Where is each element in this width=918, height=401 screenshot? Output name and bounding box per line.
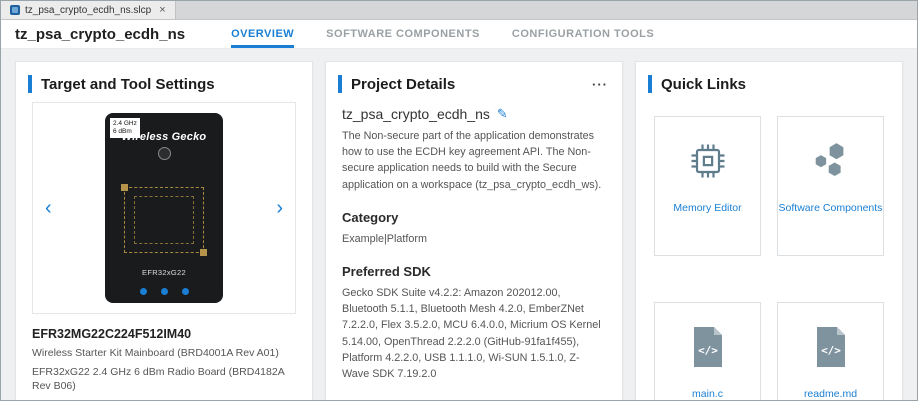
tab-software-components[interactable]: SOFTWARE COMPONENTS — [326, 20, 480, 48]
carousel-next-icon[interactable]: › — [276, 198, 283, 218]
part-number: EFR32MG22C224F512IM40 — [32, 327, 296, 341]
board-leds — [105, 288, 223, 295]
board-led-dot — [161, 288, 168, 295]
tab-close-icon[interactable]: × — [159, 4, 165, 16]
project-card-title: Project Details — [351, 76, 455, 93]
slcp-file-icon — [10, 5, 20, 15]
quick-link-software-components[interactable]: Software Components — [777, 116, 884, 256]
quick-link-label: Memory Editor — [673, 202, 741, 214]
import-mode-heading: Import Mode — [342, 399, 606, 400]
svg-text:</>: </> — [698, 344, 718, 357]
hexagons-icon — [809, 139, 853, 188]
quick-link-main-c[interactable]: </> main.c — [654, 302, 761, 400]
project-menu-icon[interactable]: ··· — [592, 78, 608, 91]
board-led-dot — [182, 288, 189, 295]
radio-board-graphic: 2.4 GHz 6 dBm Wireless Gecko EFR32xG22 — [105, 113, 223, 303]
quick-link-label: main.c — [692, 388, 723, 400]
editor-tab-slcp[interactable]: tz_psa_crypto_ecdh_ns.slcp × — [1, 1, 176, 19]
board-freq-label: 2.4 GHz 6 dBm — [110, 118, 140, 138]
category-value: Example|Platform — [342, 231, 606, 247]
board-image: ‹ 2.4 GHz 6 dBm Wireless Gecko — [32, 102, 296, 314]
radio-board-description: EFR32xG22 2.4 GHz 6 dBm Radio Board (BRD… — [32, 365, 296, 393]
memory-chip-icon — [686, 139, 730, 188]
markdown-file-icon: </> — [812, 325, 850, 374]
code-file-icon: </> — [689, 325, 727, 374]
quick-link-label: readme.md — [804, 388, 857, 400]
app-window: tz_psa_crypto_ecdh_ns.slcp × tz_psa_cryp… — [0, 0, 918, 401]
board-chip-label: EFR32xG22 — [105, 268, 223, 277]
mainboard-description: Wireless Starter Kit Mainboard (BRD4001A… — [32, 346, 296, 360]
target-settings-card: Target and Tool Settings ‹ 2.4 GHz 6 dBm… — [15, 61, 313, 400]
target-card-title: Target and Tool Settings — [41, 76, 215, 93]
quick-link-readme-md[interactable]: </> readme.md — [777, 302, 884, 400]
carousel-prev-icon[interactable]: ‹ — [45, 198, 52, 218]
preferred-sdk-heading: Preferred SDK — [342, 264, 606, 279]
svg-text:</>: </> — [821, 344, 841, 357]
preferred-sdk-value: Gecko SDK Suite v4.2.2: Amazon 202012.00… — [342, 285, 606, 382]
page-title: tz_psa_crypto_ecdh_ns — [15, 26, 185, 43]
card-accent-bar — [648, 75, 652, 93]
project-description: The Non-secure part of the application d… — [342, 128, 606, 193]
main-content: Target and Tool Settings ‹ 2.4 GHz 6 dBm… — [1, 49, 917, 400]
tab-configuration-tools[interactable]: CONFIGURATION TOOLS — [512, 20, 654, 48]
project-name: tz_psa_crypto_ecdh_ns — [342, 106, 490, 122]
edit-pencil-icon[interactable]: ✎ — [497, 106, 508, 122]
quick-links-card: Quick Links — [635, 61, 903, 400]
tab-overview[interactable]: OVERVIEW — [231, 20, 294, 48]
card-accent-bar — [338, 75, 342, 93]
nav-tabs: OVERVIEW SOFTWARE COMPONENTS CONFIGURATI… — [215, 20, 670, 48]
quick-link-memory-editor[interactable]: Memory Editor — [654, 116, 761, 256]
editor-tab-title: tz_psa_crypto_ecdh_ns.slcp — [25, 5, 151, 16]
gecko-logo-icon — [158, 147, 171, 160]
quick-link-label: Software Components — [779, 202, 883, 214]
card-accent-bar — [28, 75, 32, 93]
board-led-dot — [140, 288, 147, 295]
project-details-card: Project Details ··· tz_psa_crypto_ecdh_n… — [325, 61, 623, 400]
editor-tabstrip: tz_psa_crypto_ecdh_ns.slcp × — [1, 1, 917, 20]
category-heading: Category — [342, 210, 606, 225]
project-header: tz_psa_crypto_ecdh_ns OVERVIEW SOFTWARE … — [1, 20, 917, 49]
quick-links-title: Quick Links — [661, 76, 746, 93]
pcb-traces — [124, 187, 204, 253]
